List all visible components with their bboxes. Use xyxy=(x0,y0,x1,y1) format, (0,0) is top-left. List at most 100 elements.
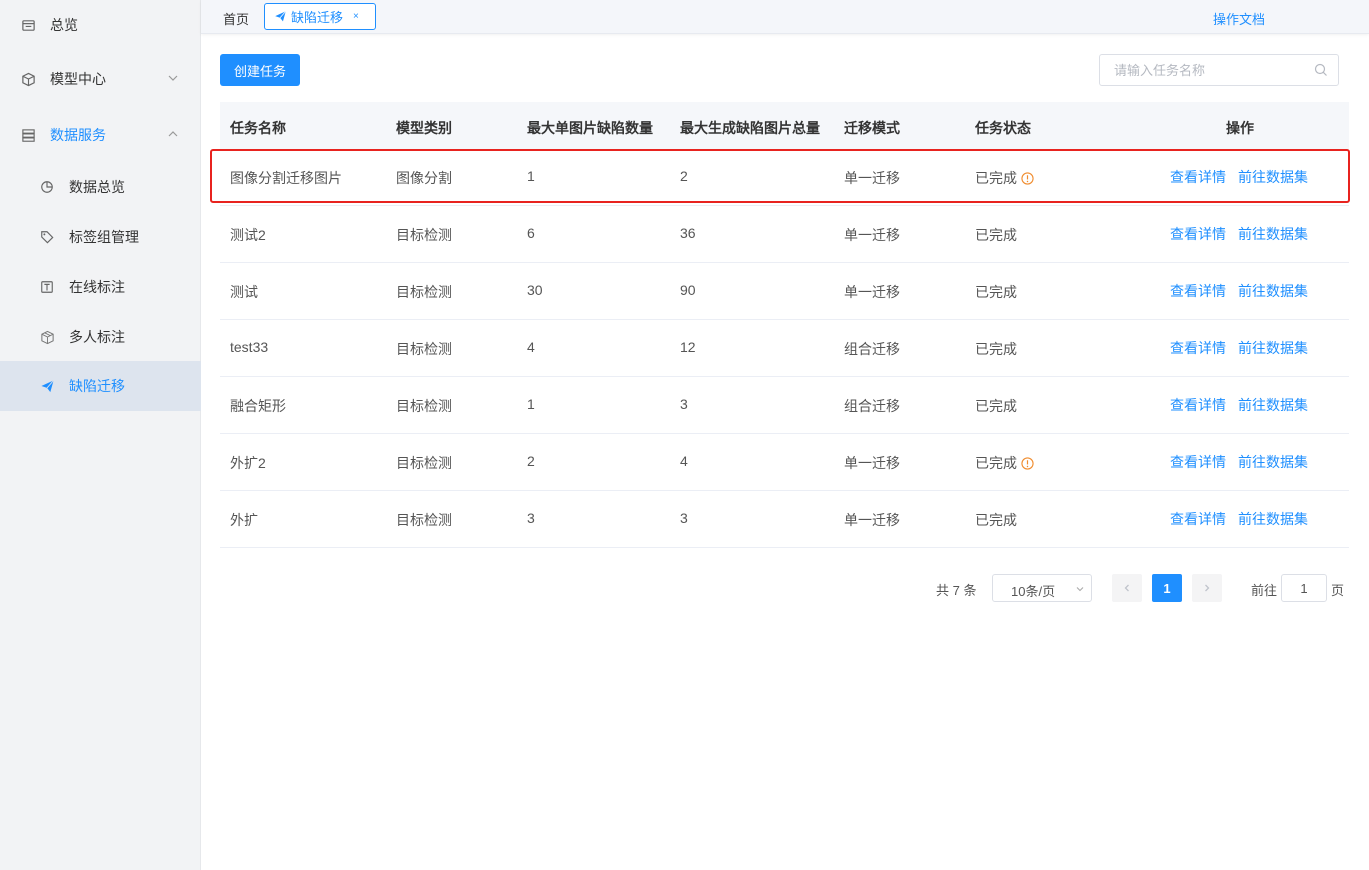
task-status: 已完成 xyxy=(975,510,1017,530)
boxes-icon xyxy=(39,329,55,345)
goto-label: 前往 xyxy=(1251,583,1278,598)
view-details-link[interactable]: 查看详情 xyxy=(1170,338,1226,358)
search-input[interactable] xyxy=(1114,55,1304,85)
max-single-defects: 1 xyxy=(527,396,535,412)
view-details-link[interactable]: 查看详情 xyxy=(1170,281,1226,301)
column-header: 任务状态 xyxy=(975,120,1031,136)
tab-label: 缺陷迁移 xyxy=(291,10,344,25)
tab-defect-migration[interactable]: 缺陷迁移 × xyxy=(264,3,376,30)
view-details-link[interactable]: 查看详情 xyxy=(1170,167,1226,187)
go-to-dataset-link[interactable]: 前往数据集 xyxy=(1238,167,1308,187)
docs-link[interactable]: 操作文档 xyxy=(1213,9,1265,28)
task-status: 已完成 xyxy=(975,396,1017,416)
create-task-button[interactable]: 创建任务 xyxy=(220,54,300,86)
migration-mode: 单一迁移 xyxy=(844,512,900,528)
max-total-images: 12 xyxy=(680,339,696,355)
go-to-dataset-link[interactable]: 前往数据集 xyxy=(1238,395,1308,415)
migration-mode: 单一迁移 xyxy=(844,170,900,186)
sidebar-item-defect-migration[interactable]: 缺陷迁移 xyxy=(0,361,201,411)
column-header: 模型类别 xyxy=(396,120,452,136)
task-name: 图像分割迁移图片 xyxy=(230,170,342,186)
task-status: 已完成 xyxy=(975,225,1017,245)
text-box-icon xyxy=(39,279,55,295)
table-row: 图像分割迁移图片 图像分割 1 2 单一迁移 已完成 查看详情 前往数据集 xyxy=(220,149,1349,206)
status-text: 已完成 xyxy=(975,341,1017,357)
task-status: 已完成 xyxy=(975,282,1017,302)
table-row: 融合矩形 目标检测 1 3 组合迁移 已完成 查看详情 前往数据集 xyxy=(220,377,1349,434)
sidebar-item-label: 多人标注 xyxy=(69,329,125,345)
model-type: 图像分割 xyxy=(396,170,452,186)
task-status: 已完成 xyxy=(975,453,1034,473)
sidebar-item-overview[interactable]: 总览 xyxy=(0,0,201,50)
view-details-link[interactable]: 查看详情 xyxy=(1170,509,1226,529)
overview-icon xyxy=(20,17,36,33)
status-text: 已完成 xyxy=(975,455,1017,471)
tag-icon xyxy=(39,229,55,245)
go-to-dataset-link[interactable]: 前往数据集 xyxy=(1238,509,1308,529)
warning-icon[interactable] xyxy=(1021,171,1034,185)
sidebar-item-data-overview[interactable]: 数据总览 xyxy=(0,162,201,212)
sidebar-item-model-center[interactable]: 模型中心 xyxy=(0,54,201,104)
close-icon[interactable]: × xyxy=(353,11,359,22)
paper-plane-icon xyxy=(39,378,55,394)
chevron-down-icon xyxy=(1076,587,1084,592)
goto-page-input[interactable] xyxy=(1281,574,1327,602)
sidebar-item-label: 模型中心 xyxy=(50,71,106,87)
sidebar: 总览 模型中心 数据服务 数据总览 标签组管理 在线标注 多人标注 缺陷迁移 xyxy=(0,0,201,870)
model-type: 目标检测 xyxy=(396,227,452,243)
sidebar-item-tag-groups[interactable]: 标签组管理 xyxy=(0,212,201,262)
model-type: 目标检测 xyxy=(396,284,452,300)
task-name: 外扩2 xyxy=(230,455,266,471)
max-single-defects: 4 xyxy=(527,339,535,355)
sidebar-item-label: 标签组管理 xyxy=(69,229,139,245)
warning-icon[interactable] xyxy=(1021,456,1034,470)
max-total-images: 4 xyxy=(680,453,688,469)
pie-chart-icon xyxy=(39,179,55,195)
go-to-dataset-link[interactable]: 前往数据集 xyxy=(1238,224,1308,244)
view-details-link[interactable]: 查看详情 xyxy=(1170,395,1226,415)
migration-mode: 单一迁移 xyxy=(844,284,900,300)
chevron-right-icon xyxy=(1205,584,1210,592)
migration-mode: 组合迁移 xyxy=(844,398,900,414)
migration-mode: 单一迁移 xyxy=(844,455,900,471)
model-type: 目标检测 xyxy=(396,341,452,357)
storage-icon xyxy=(20,127,36,143)
column-header: 最大单图片缺陷数量 xyxy=(527,120,653,136)
task-name: 测试2 xyxy=(230,227,266,243)
sidebar-item-multi-annotation[interactable]: 多人标注 xyxy=(0,312,201,362)
next-page-button[interactable] xyxy=(1192,574,1222,602)
task-status: 已完成 xyxy=(975,339,1017,359)
sidebar-item-label: 在线标注 xyxy=(69,279,125,295)
sidebar-item-label: 缺陷迁移 xyxy=(69,378,125,394)
sidebar-item-data-service[interactable]: 数据服务 xyxy=(0,110,201,160)
paper-plane-icon xyxy=(275,10,287,22)
max-single-defects: 30 xyxy=(527,282,543,298)
column-header: 最大生成缺陷图片总量 xyxy=(680,120,820,136)
go-to-dataset-link[interactable]: 前往数据集 xyxy=(1238,281,1308,301)
go-to-dataset-link[interactable]: 前往数据集 xyxy=(1238,338,1308,358)
table-row: 测试2 目标检测 6 36 单一迁移 已完成 查看详情 前往数据集 xyxy=(220,206,1349,263)
search-icon[interactable] xyxy=(1314,63,1328,77)
max-total-images: 2 xyxy=(680,168,688,184)
table-row: 外扩2 目标检测 2 4 单一迁移 已完成 查看详情 前往数据集 xyxy=(220,434,1349,491)
status-text: 已完成 xyxy=(975,227,1017,243)
view-details-link[interactable]: 查看详情 xyxy=(1170,452,1226,472)
page-number-button[interactable]: 1 xyxy=(1152,574,1182,602)
status-text: 已完成 xyxy=(975,284,1017,300)
table-row: test33 目标检测 4 12 组合迁移 已完成 查看详情 前往数据集 xyxy=(220,320,1349,377)
tab-home[interactable]: 首页 xyxy=(223,9,249,28)
page-size-select[interactable]: 10条/页 xyxy=(992,574,1092,602)
go-to-dataset-link[interactable]: 前往数据集 xyxy=(1238,452,1308,472)
table-row: 测试 目标检测 30 90 单一迁移 已完成 查看详情 前往数据集 xyxy=(220,263,1349,320)
sidebar-item-online-annotation[interactable]: 在线标注 xyxy=(0,262,201,312)
sidebar-item-label: 总览 xyxy=(50,17,78,33)
task-status: 已完成 xyxy=(975,168,1034,188)
table-row: 外扩 目标检测 3 3 单一迁移 已完成 查看详情 前往数据集 xyxy=(220,491,1349,548)
page-size-value: 10条/页 xyxy=(1011,584,1056,599)
migration-mode: 单一迁移 xyxy=(844,227,900,243)
status-text: 已完成 xyxy=(975,512,1017,528)
view-details-link[interactable]: 查看详情 xyxy=(1170,224,1226,244)
model-type: 目标检测 xyxy=(396,512,452,528)
search-box xyxy=(1099,54,1339,86)
prev-page-button[interactable] xyxy=(1112,574,1142,602)
